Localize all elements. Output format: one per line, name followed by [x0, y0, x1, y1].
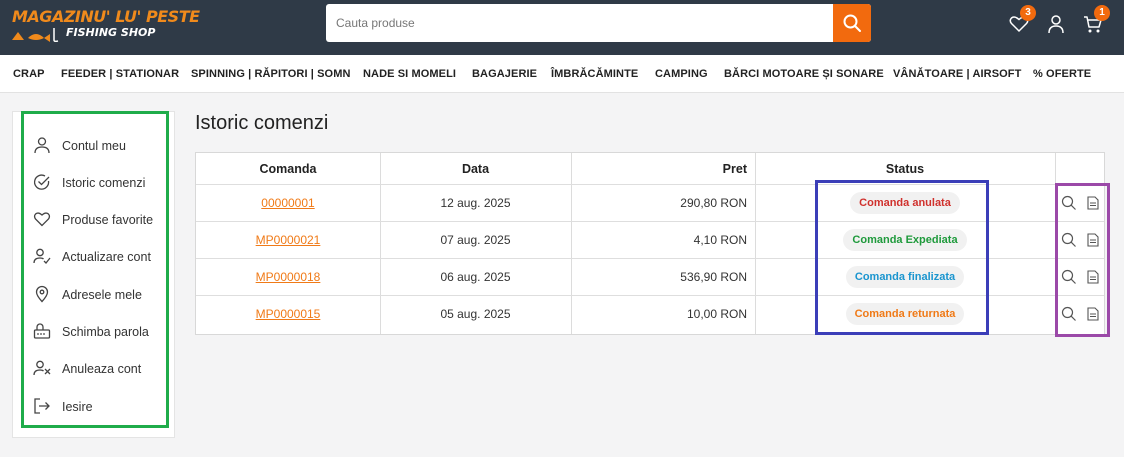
wishlist-count-badge: 3	[1020, 5, 1036, 21]
order-link[interactable]: MP0000015	[256, 307, 321, 321]
order-date: 12 aug. 2025	[440, 196, 511, 210]
order-link[interactable]: 00000001	[261, 196, 314, 210]
order-price: 4,10 RON	[693, 233, 747, 247]
logo-line-2: FISHING SHOP	[66, 26, 156, 39]
order-id-cell: MP0000018	[196, 259, 380, 295]
search-bar	[326, 4, 871, 42]
account-button[interactable]	[1045, 13, 1067, 35]
highlight-box-actions	[1055, 183, 1110, 337]
column-header-pret: Pret	[722, 161, 747, 176]
nav-item-imbracaminte[interactable]: ÎMBRĂCĂMINTE	[551, 68, 638, 80]
order-id-cell: MP0000015	[196, 296, 380, 332]
order-date: 07 aug. 2025	[440, 233, 511, 247]
nav-item-spinning[interactable]: SPINNING | RĂPITORI | SOMN	[191, 68, 351, 80]
search-input[interactable]	[326, 4, 833, 42]
user-icon	[1048, 15, 1064, 34]
cart-button[interactable]: 1	[1082, 5, 1110, 35]
order-id-cell: 00000001	[196, 185, 380, 221]
order-link[interactable]: MP0000018	[256, 270, 321, 284]
order-price: 10,00 RON	[686, 307, 747, 321]
search-icon	[843, 14, 861, 32]
nav-item-oferte[interactable]: % OFERTE	[1033, 68, 1091, 80]
top-header: MAGAZINU' LU' PESTE FISHING SHOP 3	[0, 0, 1124, 55]
order-link[interactable]: MP0000021	[256, 233, 321, 247]
nav-item-barci[interactable]: BĂRCI MOTOARE ȘI SONARE	[724, 68, 884, 80]
wishlist-button[interactable]: 3	[1008, 5, 1036, 35]
nav-item-feeder[interactable]: FEEDER | STATIONAR	[61, 68, 179, 80]
highlight-box-status	[815, 180, 989, 335]
fishing-camp-icon	[12, 28, 59, 42]
column-header-comanda: Comanda	[259, 161, 317, 176]
nav-item-crap[interactable]: CRAP	[13, 68, 45, 80]
highlight-box-sidebar	[21, 111, 169, 428]
order-id-cell: MP0000021	[196, 222, 380, 258]
site-logo[interactable]: MAGAZINU' LU' PESTE FISHING SHOP	[10, 6, 200, 46]
cart-count-badge: 1	[1094, 5, 1110, 21]
nav-item-vanatoare[interactable]: VÂNĂTOARE | AIRSOFT	[893, 68, 1021, 80]
order-price: 536,90 RON	[680, 270, 747, 284]
page-title: Istoric comenzi	[195, 112, 329, 134]
main-navigation: CRAP FEEDER | STATIONAR SPINNING | RĂPIT…	[0, 55, 1124, 93]
search-button[interactable]	[833, 4, 871, 42]
column-header-actions	[1055, 153, 1104, 184]
order-date: 06 aug. 2025	[440, 270, 511, 284]
logo-line-1: MAGAZINU' LU' PESTE	[12, 7, 200, 26]
order-date: 05 aug. 2025	[440, 307, 511, 321]
column-header-data: Data	[461, 161, 490, 176]
nav-item-nade[interactable]: NADE SI MOMELI	[363, 68, 456, 80]
nav-item-camping[interactable]: CAMPING	[655, 68, 708, 80]
order-price: 290,80 RON	[680, 196, 747, 210]
nav-item-bagajerie[interactable]: BAGAJERIE	[472, 68, 537, 80]
